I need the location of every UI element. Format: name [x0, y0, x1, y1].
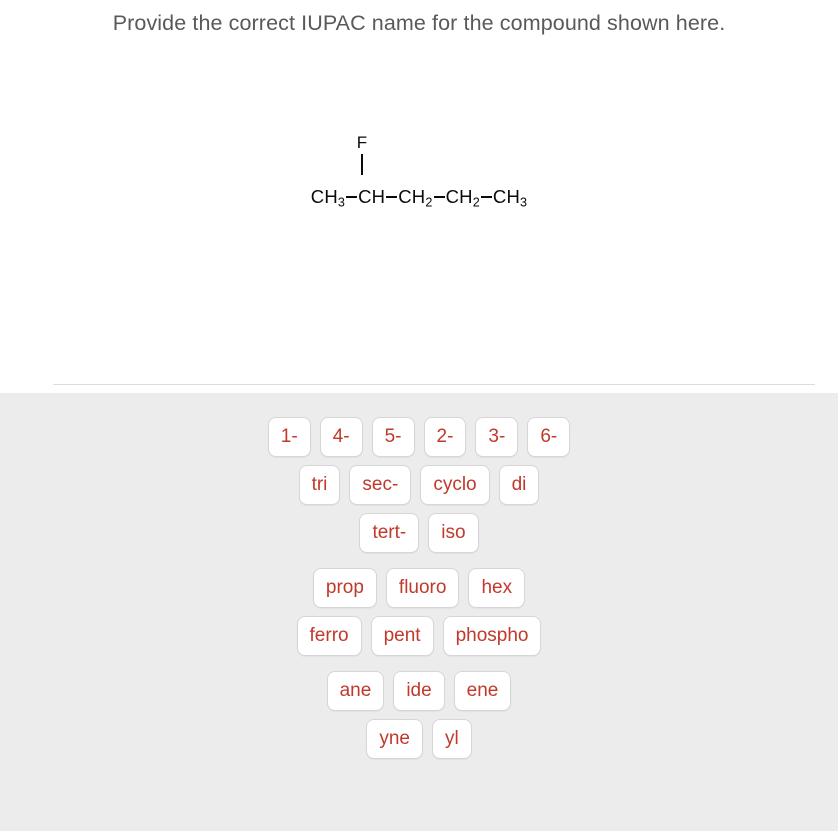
bond-line-4	[480, 196, 492, 199]
backbone-atom-1: CH3	[310, 186, 346, 210]
answer-tile[interactable]: 3-	[475, 417, 519, 457]
bond-line-2	[386, 196, 398, 199]
answer-tile[interactable]: phospho	[442, 616, 542, 656]
answer-tile[interactable]: sec-	[349, 465, 412, 505]
answer-tile[interactable]: fluoro	[385, 568, 460, 608]
backbone-atom-5: CH3	[492, 186, 528, 210]
backbone-atom-3: CH2	[398, 186, 433, 210]
answer-tile[interactable]: iso	[428, 513, 479, 553]
backbone-atom-4: CH2	[445, 186, 480, 210]
answer-row: tert- iso	[0, 513, 838, 553]
section-divider	[53, 384, 815, 385]
question-page: Provide the correct IUPAC name for the c…	[0, 0, 838, 831]
bond-line-3	[433, 196, 445, 199]
answer-group-prefixes: 1- 4- 5- 2- 3- 6- tri sec- cyclo di tert…	[0, 417, 838, 553]
answer-tile[interactable]: tri	[298, 465, 341, 505]
answer-tile[interactable]: hex	[468, 568, 526, 608]
answer-row: ferro pent phospho	[0, 616, 838, 656]
answer-group-roots: prop fluoro hex ferro pent phospho	[0, 568, 838, 656]
fluorine-atom-label: F	[356, 133, 368, 152]
answer-tile[interactable]: yne	[366, 719, 423, 759]
question-area: Provide the correct IUPAC name for the c…	[0, 0, 838, 393]
answer-row: tri sec- cyclo di	[0, 465, 838, 505]
chemical-structure-diagram: F CH3 CH CH2 CH2 CH3	[0, 133, 838, 209]
substituent-row: F	[0, 133, 838, 185]
answer-tile[interactable]: cyclo	[420, 465, 490, 505]
answer-tile[interactable]: 2-	[423, 417, 467, 457]
answer-bank-panel: 1- 4- 5- 2- 3- 6- tri sec- cyclo di tert…	[0, 393, 838, 831]
answer-tile[interactable]: pent	[370, 616, 434, 656]
answer-tile[interactable]: ane	[326, 671, 385, 711]
answer-tile[interactable]: 4-	[319, 417, 363, 457]
answer-tile[interactable]: yl	[431, 719, 472, 759]
answer-tile[interactable]: ene	[453, 671, 512, 711]
answer-tile[interactable]: ide	[393, 671, 445, 711]
answer-row: 1- 4- 5- 2- 3- 6-	[0, 417, 838, 457]
answer-tile[interactable]: tert-	[359, 513, 420, 553]
answer-tile[interactable]: 5-	[371, 417, 415, 457]
page-title: Provide the correct IUPAC name for the c…	[112, 11, 726, 35]
answer-group-suffixes: ane ide ene yne yl	[0, 671, 838, 759]
backbone-atom-2: CH	[358, 186, 386, 207]
bond-line-1	[346, 196, 358, 199]
answer-tile[interactable]: di	[498, 465, 540, 505]
answer-tile[interactable]: ferro	[296, 616, 362, 656]
answer-row: yne yl	[0, 719, 838, 759]
answer-row: prop fluoro hex	[0, 568, 838, 608]
substituent-group: F	[0, 133, 781, 175]
carbon-backbone: CH3 CH CH2 CH2 CH3	[0, 185, 838, 209]
answer-tile[interactable]: 6-	[527, 417, 571, 457]
answer-row: ane ide ene	[0, 671, 838, 711]
answer-tile[interactable]: prop	[312, 568, 377, 608]
vertical-bond-line	[361, 154, 363, 175]
answer-tile[interactable]: 1-	[267, 417, 311, 457]
